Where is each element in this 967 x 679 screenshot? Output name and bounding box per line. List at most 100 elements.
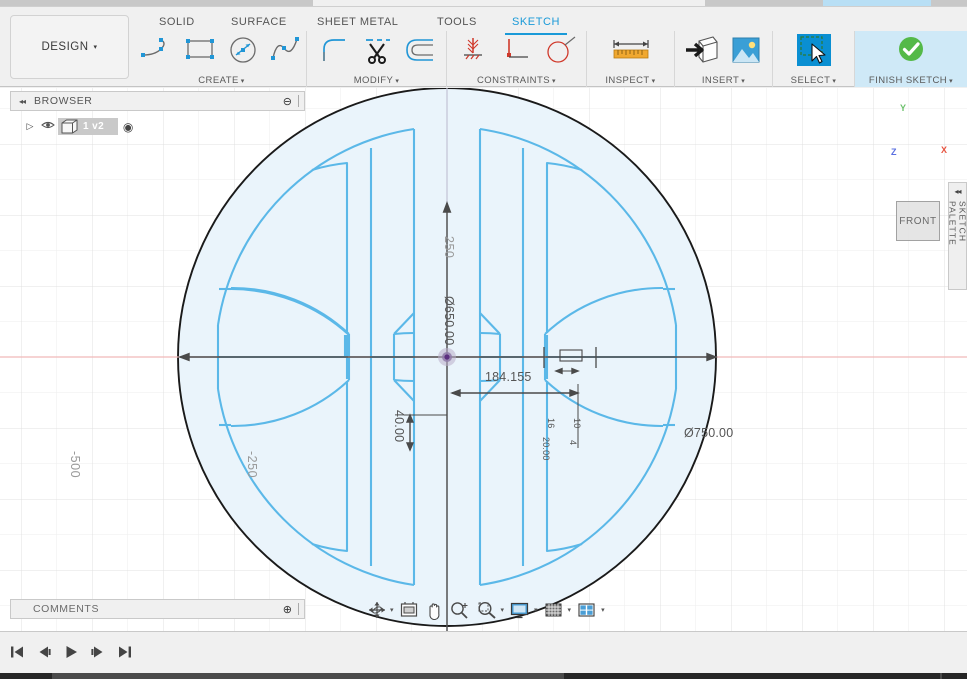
dimension-small-10[interactable]: 10 <box>572 418 582 428</box>
panel-grip[interactable] <box>298 95 299 107</box>
comments-title: COMMENTS <box>33 603 100 615</box>
origin-point <box>438 348 456 366</box>
go-to-end-icon[interactable] <box>116 642 134 662</box>
chevron-down-icon: ▾ <box>832 78 837 85</box>
chevron-down-icon[interactable]: ▾ <box>390 606 394 614</box>
tab-label: SOLID <box>159 16 195 28</box>
dimension-small-20[interactable]: 20.00 <box>541 437 551 461</box>
panel-label-modify[interactable]: MODIFY ▾ <box>307 75 446 86</box>
tangent-constraint-icon[interactable] <box>540 32 582 68</box>
select-window-cursor-icon[interactable] <box>793 32 835 68</box>
node-target-icon[interactable]: ◉ <box>118 120 138 134</box>
fillet-icon[interactable] <box>312 32 354 68</box>
orbit-icon[interactable] <box>365 599 389 621</box>
axis-x-label: X <box>941 145 948 155</box>
panel-label-insert[interactable]: INSERT ▾ <box>675 75 772 86</box>
arc-icon[interactable] <box>137 32 178 68</box>
chevron-down-icon: ▾ <box>949 78 954 85</box>
axis-z-label: Z <box>891 147 897 157</box>
panel-label-inspect[interactable]: INSPECT ▾ <box>587 75 674 86</box>
circle-icon[interactable] <box>223 32 264 68</box>
step-forward-icon[interactable] <box>89 642 107 662</box>
browser-title: BROWSER <box>34 95 93 107</box>
tab-label: SKETCH <box>512 16 560 28</box>
panel-inspect: INSPECT ▾ <box>587 31 675 87</box>
add-comment-icon[interactable]: ⊕ <box>283 603 292 616</box>
sketch-palette-tab[interactable]: ◂◂ SKETCH PALETTE <box>948 182 967 290</box>
tab-strip-segment-active[interactable] <box>823 0 931 6</box>
insert-derive-icon[interactable] <box>681 32 723 68</box>
status-bar-segment <box>52 673 564 679</box>
dimension-small-16[interactable]: 16 <box>546 418 556 428</box>
collapse-icon[interactable]: ◂◂ <box>19 97 26 106</box>
palette-collapse-icon[interactable]: ◂◂ <box>954 187 961 196</box>
timeline-playback-controls <box>8 642 134 662</box>
chevron-down-icon: ▾ <box>240 78 245 85</box>
panel-grip[interactable] <box>298 603 299 615</box>
chevron-down-icon[interactable]: ▾ <box>534 606 538 614</box>
expand-arrow-icon[interactable]: ▷ <box>22 121 38 132</box>
offset-icon[interactable] <box>400 32 442 68</box>
panel-label-select[interactable]: SELECT ▾ <box>773 75 854 86</box>
pan-hand-icon[interactable] <box>422 599 446 621</box>
grid-label-neg250: -250 <box>245 451 259 479</box>
display-settings-icon[interactable] <box>507 599 533 621</box>
panel-create: CREATE ▾ <box>137 31 307 87</box>
browser-panel-header[interactable]: ◂◂ BROWSER ⊖ <box>10 91 305 111</box>
document-tab-strip[interactable] <box>0 0 967 7</box>
measure-icon[interactable] <box>605 32 657 68</box>
tab-label: TOOLS <box>437 16 477 28</box>
spline-icon[interactable] <box>265 32 306 68</box>
zoom-icon[interactable] <box>447 599 473 621</box>
tab-strip-segment[interactable] <box>0 0 313 6</box>
axis-y-label: Y <box>900 103 907 113</box>
dimension-inner-diameter[interactable]: Ø650.00 <box>442 296 456 345</box>
insert-image-icon[interactable] <box>725 32 767 68</box>
sketch-palette-label: SKETCH PALETTE <box>947 201 967 246</box>
browser-node-label: 1 v2 <box>83 121 105 132</box>
panel-modify: MODIFY ▾ <box>307 31 447 87</box>
status-bar-segment <box>940 673 942 679</box>
zoom-window-icon[interactable] <box>474 599 500 621</box>
grid-label-250: 250 <box>442 236 456 259</box>
grid-label-neg500: -500 <box>68 451 82 479</box>
viewports-icon[interactable] <box>574 599 600 621</box>
fix-constraint-icon[interactable] <box>452 32 494 68</box>
finish-sketch-check-icon[interactable] <box>890 32 932 68</box>
panel-label-finish-sketch[interactable]: FINISH SKETCH ▾ <box>855 75 967 86</box>
minimize-icon[interactable]: ⊖ <box>283 95 292 108</box>
timeline-bar <box>0 631 967 673</box>
viewcube[interactable]: FRONT <box>896 201 940 241</box>
rectangle-icon[interactable] <box>180 32 221 68</box>
panel-label-constraints[interactable]: CONSTRAINTS ▾ <box>447 75 586 86</box>
comments-panel-header[interactable]: COMMENTS ⊕ <box>10 599 305 619</box>
go-to-beginning-icon[interactable] <box>8 642 26 662</box>
dimension-vertical-40[interactable]: 40.00 <box>392 410 406 442</box>
sketch-canvas[interactable]: 250 -250 -500 Ø750.00 Ø650.00 184.155 40… <box>0 88 967 631</box>
step-back-icon[interactable] <box>35 642 53 662</box>
dimension-horizontal-offset[interactable]: 184.155 <box>485 370 532 384</box>
panel-select: SELECT ▾ <box>773 31 855 87</box>
chevron-down-icon[interactable]: ▾ <box>568 606 572 614</box>
dimension-small-4[interactable]: 4 <box>568 440 578 445</box>
panel-constraints: CONSTRAINTS ▾ <box>447 31 587 87</box>
browser-node-1v2[interactable]: 1 v2 <box>58 118 119 135</box>
visibility-eye-icon[interactable] <box>38 120 58 133</box>
chevron-down-icon: ▾ <box>93 44 98 51</box>
chevron-down-icon: ▾ <box>741 78 746 85</box>
panel-label-create[interactable]: CREATE ▾ <box>137 75 306 86</box>
trim-scissors-icon[interactable] <box>356 32 398 68</box>
grid-snaps-icon[interactable] <box>541 599 567 621</box>
chevron-down-icon[interactable]: ▾ <box>601 606 605 614</box>
dimension-outer-diameter[interactable]: Ø750.00 <box>684 426 733 440</box>
look-at-icon[interactable] <box>397 599 421 621</box>
view-navigation-bar: ▾ ▾ ▾ ▾ ▾ <box>365 599 607 621</box>
panel-finish-sketch[interactable]: FINISH SKETCH ▾ <box>855 31 967 87</box>
sketch-geometry[interactable] <box>0 88 967 631</box>
ribbon-toolbar: DESIGN ▾ SOLID SURFACE SHEET METAL TOOLS… <box>0 7 967 87</box>
chevron-down-icon: ▾ <box>651 78 656 85</box>
workspace-switcher[interactable]: DESIGN ▾ <box>10 15 129 79</box>
play-icon[interactable] <box>62 642 80 662</box>
horizontal-vertical-constraint-icon[interactable] <box>496 32 538 68</box>
chevron-down-icon[interactable]: ▾ <box>501 606 505 614</box>
